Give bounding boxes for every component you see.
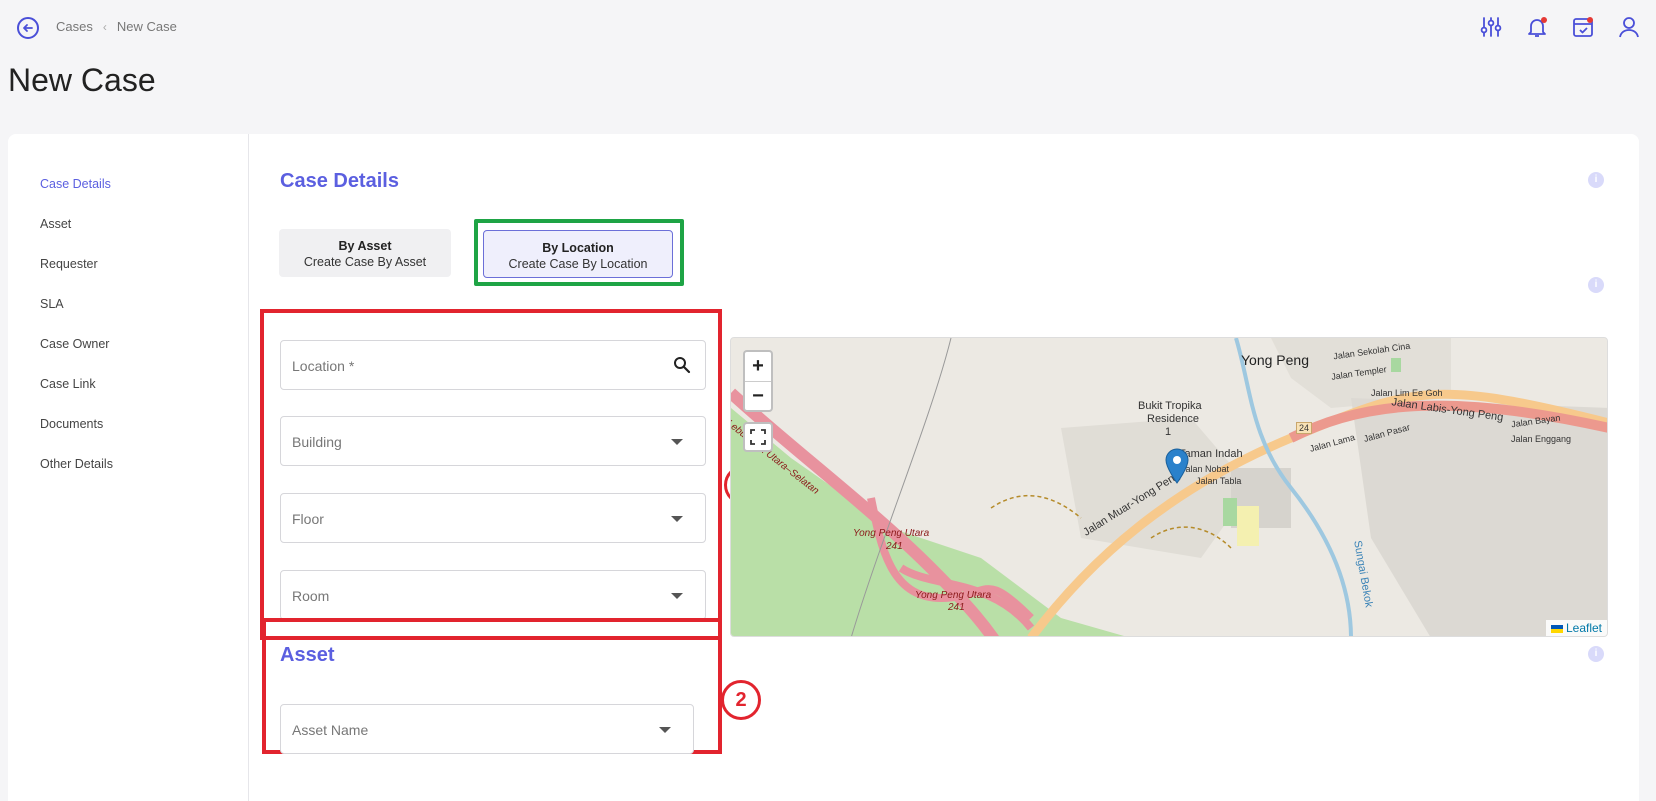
floor-placeholder: Floor [292, 511, 324, 527]
section-nav: Case Details Asset Requester SLA Case Ow… [8, 134, 249, 801]
asset-name-placeholder: Asset Name [292, 722, 369, 738]
chevron-left-icon: ‹ [102, 19, 107, 34]
location-placeholder: Location * [292, 358, 355, 374]
breadcrumb-new-case: New Case [116, 19, 177, 34]
notification-dot [1587, 17, 1593, 23]
ukraine-flag-icon [1550, 624, 1563, 633]
map-label-residence1: Bukit Tropika [1138, 400, 1202, 412]
search-icon[interactable] [673, 356, 691, 374]
user-icon[interactable] [1616, 14, 1642, 40]
breadcrumb-cases[interactable]: Cases [56, 19, 93, 34]
map-label-route-24: 24 [1296, 422, 1313, 434]
map-label-town: Yong Peng [1241, 352, 1309, 368]
map-label-residence3: 1 [1165, 426, 1172, 438]
fullscreen-button[interactable] [743, 422, 773, 452]
building-select[interactable]: Building [280, 416, 706, 466]
annotation-marker-2: 2 [721, 680, 761, 720]
map-label-jalan-lim: Jalan Lim Ee Goh [1371, 388, 1443, 398]
info-icon[interactable]: i [1588, 172, 1604, 188]
tab-by-location-subtitle: Create Case By Location [508, 257, 648, 271]
notification-dot [1541, 17, 1547, 23]
room-placeholder: Room [292, 588, 330, 604]
zoom-in-button[interactable]: + [745, 352, 771, 381]
top-bar: Cases ‹ New Case [0, 0, 1656, 54]
chevron-down-icon [659, 727, 671, 733]
tab-by-location-title: By Location [542, 241, 614, 255]
nav-item-documents[interactable]: Documents [40, 417, 103, 431]
tab-by-asset-title: By Asset [338, 239, 392, 253]
location-map[interactable]: Yong Peng Bukit Tropika Residence 1 Tama… [730, 337, 1608, 637]
chevron-down-icon [671, 439, 683, 445]
nav-item-case-owner[interactable]: Case Owner [40, 337, 109, 351]
room-select[interactable]: Room [280, 570, 706, 620]
map-label-highway1-num: 241 [886, 541, 903, 552]
floor-select[interactable]: Floor [280, 493, 706, 543]
map-marker-icon[interactable] [1165, 448, 1189, 484]
fullscreen-icon [750, 429, 766, 445]
nav-item-other-details[interactable]: Other Details [40, 457, 113, 471]
tab-by-asset-subtitle: Create Case By Asset [303, 255, 427, 269]
tab-by-asset[interactable]: By Asset Create Case By Asset [279, 229, 451, 277]
bell-icon[interactable] [1524, 14, 1550, 40]
map-label-highway1: Yong Peng Utara [853, 528, 930, 539]
nav-item-case-link[interactable]: Case Link [40, 377, 96, 391]
back-arrow-icon[interactable] [17, 17, 39, 39]
building-placeholder: Building [292, 434, 342, 450]
asset-name-select[interactable]: Asset Name [280, 704, 694, 754]
form-card: Case Details Asset Requester SLA Case Ow… [8, 134, 1639, 801]
zoom-control: + − [743, 350, 773, 412]
map-label-highway2: Yong Peng Utara [915, 590, 992, 601]
nav-item-sla[interactable]: SLA [40, 297, 64, 311]
map-tiles [731, 338, 1607, 636]
nav-item-asset[interactable]: Asset [40, 217, 71, 231]
case-details-title: Case Details [280, 170, 399, 192]
map-label-residence2: Residence [1147, 413, 1199, 425]
nav-item-case-details[interactable]: Case Details [40, 177, 111, 191]
map-label-jalan-enggang: Jalan Enggang [1511, 434, 1572, 444]
map-label-jalan-tabla: Jalan Tabla [1196, 476, 1242, 486]
tab-by-location[interactable]: By Location Create Case By Location [483, 230, 673, 278]
location-input[interactable]: Location * [280, 340, 706, 390]
map-attribution[interactable]: Leaflet [1545, 620, 1607, 636]
info-icon[interactable]: i [1588, 646, 1604, 662]
sliders-icon[interactable] [1478, 14, 1504, 40]
zoom-out-button[interactable]: − [745, 381, 771, 410]
calendar-check-icon[interactable] [1570, 14, 1596, 40]
nav-item-requester[interactable]: Requester [40, 257, 98, 271]
top-icons [1478, 14, 1642, 40]
asset-title: Asset [280, 644, 335, 666]
page-title: New Case [8, 62, 156, 98]
breadcrumb: Cases ‹ New Case [56, 19, 177, 34]
leaflet-link[interactable]: Leaflet [1566, 621, 1602, 635]
map-label-highway2-num: 241 [948, 602, 965, 613]
chevron-down-icon [671, 593, 683, 599]
chevron-down-icon [671, 516, 683, 522]
info-icon[interactable]: i [1588, 277, 1604, 293]
